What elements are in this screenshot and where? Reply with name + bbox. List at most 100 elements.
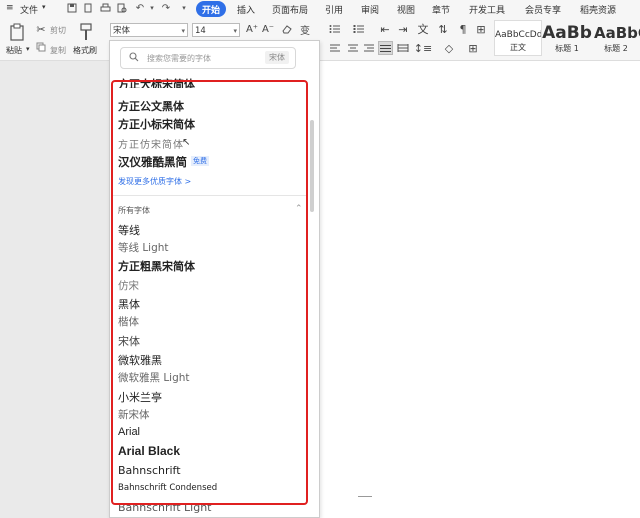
- undo-dropdown-icon[interactable]: ▾: [146, 2, 158, 14]
- shrink-font-icon[interactable]: A⁻: [262, 23, 274, 35]
- chevron-down-icon[interactable]: ▾: [42, 3, 46, 11]
- font-list-scrollbar[interactable]: [310, 120, 314, 212]
- tab-page-layout[interactable]: 页面布局: [272, 3, 308, 16]
- tab-start[interactable]: 开始: [196, 1, 226, 17]
- style-normal-label: 正文: [510, 43, 526, 52]
- font-option-weiruan-yahei[interactable]: 微软雅黑: [118, 352, 162, 368]
- font-option-fangzheng-xiaobiaosong[interactable]: 方正小标宋简体: [118, 116, 195, 132]
- search-icon: [129, 52, 139, 62]
- mouse-cursor-icon: ↖: [182, 137, 191, 148]
- numbered-list-icon[interactable]: [352, 23, 366, 35]
- copy-button[interactable]: 复制: [50, 45, 66, 56]
- quick-access-dropdown-icon[interactable]: ▾: [178, 2, 190, 14]
- print-preview-icon[interactable]: [116, 2, 128, 14]
- font-option-kaiti[interactable]: 楷体: [118, 314, 139, 329]
- font-name-value: 宋体: [113, 26, 131, 36]
- font-option-bahnschrift-condensed[interactable]: Bahnschrift Condensed: [118, 483, 217, 493]
- font-search-input[interactable]: 搜索您需要的字体 宋体: [120, 47, 296, 69]
- font-option-xin-songti[interactable]: 新宋体: [118, 407, 150, 422]
- all-fonts-section-title: 所有字体: [118, 206, 150, 215]
- format-painter-button[interactable]: 格式刷: [73, 45, 97, 56]
- paste-button[interactable]: 粘贴: [6, 45, 22, 56]
- tab-developer-tools[interactable]: 开发工具: [469, 3, 505, 16]
- borders-icon[interactable]: ⊞: [466, 42, 480, 55]
- clear-format-icon[interactable]: [280, 23, 294, 35]
- font-option-fangzheng-gongwen-heiti[interactable]: 方正公文黑体: [118, 98, 184, 114]
- scissors-icon[interactable]: ✂: [35, 23, 47, 36]
- show-marks-icon[interactable]: ¶: [456, 23, 470, 36]
- text-direction-icon[interactable]: 文: [416, 23, 430, 36]
- tab-review[interactable]: 审阅: [361, 3, 379, 16]
- font-option-bahnschrift-light[interactable]: Bahnschrift Light: [118, 501, 212, 513]
- align-left-icon[interactable]: [328, 42, 342, 54]
- ribbon-toolbar: 粘贴 ▾ ✂ 剪切 复制 格式刷 宋体 ▾ 14 ▾ A⁺ A⁻ 变 ⇤ ⇥ 文…: [0, 18, 640, 61]
- tab-section[interactable]: 章节: [432, 3, 450, 16]
- font-option-heiti[interactable]: 黑体: [118, 296, 140, 312]
- font-search-placeholder: 搜索您需要的字体: [147, 54, 211, 63]
- font-option-dengxian-light[interactable]: 等线 Light: [118, 240, 169, 255]
- font-option-fangsong[interactable]: 仿宋: [118, 278, 139, 293]
- format-painter-icon[interactable]: [78, 22, 94, 42]
- align-right-icon[interactable]: [362, 42, 376, 54]
- justify-icon[interactable]: [378, 41, 393, 55]
- sort-icon[interactable]: ⇅: [436, 23, 450, 36]
- undo-icon[interactable]: ↶: [134, 2, 146, 14]
- paste-icon[interactable]: [8, 22, 26, 42]
- style-gallery: AaBbCcDd 正文 AaBb 标题 1 AaBbC 标题 2: [494, 20, 640, 58]
- font-option-fangzheng-fangsong[interactable]: 方正仿宋简体: [118, 136, 184, 151]
- font-size-value: 14: [195, 26, 206, 36]
- font-option-fangzheng-cuhei-song[interactable]: 方正粗黑宋简体: [118, 258, 195, 274]
- hamburger-icon[interactable]: ≡: [6, 3, 14, 13]
- font-option-bahnschrift[interactable]: Bahnschrift: [118, 464, 181, 477]
- distributed-align-icon[interactable]: [396, 42, 410, 54]
- font-option-weiruan-yahei-light[interactable]: 微软雅黑 Light: [118, 370, 190, 385]
- font-search-tag[interactable]: 宋体: [265, 51, 289, 64]
- cut-button[interactable]: 剪切: [50, 25, 66, 36]
- font-option-arial-black[interactable]: Arial Black: [118, 444, 180, 458]
- paragraph-settings-icon[interactable]: ⊞: [474, 23, 488, 36]
- line-spacing-icon[interactable]: ↕≡: [414, 42, 432, 55]
- chevron-down-icon[interactable]: ▾: [233, 24, 237, 38]
- increase-indent-icon[interactable]: ⇥: [396, 23, 410, 36]
- tab-docer-resources[interactable]: 稻壳资源: [580, 3, 616, 16]
- bullet-list-icon[interactable]: [328, 23, 342, 35]
- copy-icon[interactable]: [35, 41, 47, 53]
- font-option-arial[interactable]: Arial: [118, 426, 140, 438]
- align-center-icon[interactable]: [346, 42, 360, 54]
- font-option-dengxian[interactable]: 等线: [118, 222, 140, 238]
- redo-icon[interactable]: ↷: [160, 2, 172, 14]
- font-option-xiaomi-lanting[interactable]: 小米兰亭: [118, 389, 162, 405]
- font-option-fangzheng-dabiaosong[interactable]: 方正大标宋简体: [118, 78, 195, 88]
- free-badge: 免费: [191, 156, 209, 166]
- style-heading-1-sample: AaBb: [542, 23, 592, 43]
- tab-view[interactable]: 视图: [397, 3, 415, 16]
- style-heading-1[interactable]: AaBb 标题 1: [542, 20, 592, 56]
- font-size-combo[interactable]: 14 ▾: [192, 23, 240, 37]
- font-option-hanyi-yakuhei[interactable]: 汉仪雅酷黑简: [118, 154, 187, 170]
- page-corner-marker: [358, 496, 372, 497]
- style-normal[interactable]: AaBbCcDd 正文: [494, 20, 542, 56]
- print-icon[interactable]: [99, 2, 111, 14]
- section-divider: [113, 195, 306, 196]
- font-option-songti[interactable]: 宋体: [118, 333, 140, 349]
- paste-dropdown-icon[interactable]: ▾: [26, 45, 30, 53]
- tab-references[interactable]: 引用: [325, 3, 343, 16]
- chevron-down-icon[interactable]: ▾: [181, 24, 185, 38]
- style-heading-1-label: 标题 1: [555, 44, 579, 53]
- grow-font-icon[interactable]: A⁺: [246, 23, 258, 35]
- tab-insert[interactable]: 插入: [237, 3, 255, 16]
- style-heading-2-sample: AaBbC: [594, 24, 640, 42]
- document-page[interactable]: [308, 61, 640, 518]
- style-heading-2-label: 标题 2: [604, 44, 628, 53]
- style-heading-2[interactable]: AaBbC 标题 2: [592, 20, 640, 56]
- menu-file[interactable]: 文件: [20, 3, 38, 16]
- decrease-indent-icon[interactable]: ⇤: [378, 23, 392, 36]
- discover-more-fonts-link[interactable]: 发现更多优质字体 >: [118, 176, 191, 187]
- export-pdf-icon[interactable]: [82, 2, 94, 14]
- phonetic-guide-icon[interactable]: 变: [298, 23, 312, 37]
- save-icon[interactable]: [66, 2, 78, 14]
- tab-member[interactable]: 会员专享: [525, 3, 561, 16]
- collapse-arrow-icon[interactable]: ⌃: [295, 204, 303, 214]
- shading-icon[interactable]: ◇: [442, 42, 456, 55]
- font-name-combo[interactable]: 宋体 ▾: [110, 23, 188, 37]
